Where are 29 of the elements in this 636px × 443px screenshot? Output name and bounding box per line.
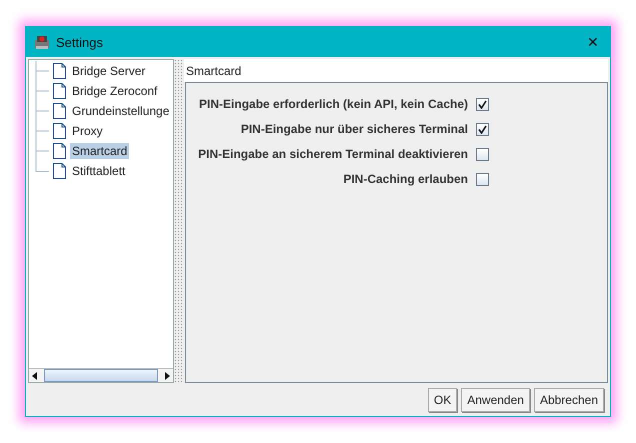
document-icon: [53, 63, 66, 79]
document-icon: [53, 123, 66, 139]
checkbox[interactable]: [476, 148, 489, 160]
dialog-button[interactable]: OK: [428, 388, 458, 412]
option-label: PIN-Eingabe nur über sicheres Terminal: [240, 122, 468, 136]
close-button[interactable]: ✕: [576, 27, 610, 57]
scroll-thumb[interactable]: [44, 369, 158, 382]
option-label: PIN-Eingabe erforderlich (kein API, kein Cache): [199, 97, 468, 111]
tree-item[interactable]: Bridge Server: [70, 63, 148, 79]
document-icon: [53, 83, 66, 99]
app-icon: [34, 34, 50, 50]
dialog-button[interactable]: Anwenden: [461, 388, 530, 412]
tree-item[interactable]: Stifttablett: [70, 163, 128, 179]
option-label: PIN-Eingabe an sicherem Terminal deaktivieren: [198, 147, 468, 161]
tree-item[interactable]: Grundeinstellunge: [70, 103, 172, 119]
tree-item[interactable]: Proxy: [70, 123, 105, 139]
window-title: Settings: [56, 34, 103, 50]
panel-title: Smartcard: [184, 59, 608, 82]
option-label: PIN-Caching erlauben: [343, 172, 468, 186]
document-icon: [53, 163, 66, 179]
tree-item[interactable]: Smartcard: [70, 143, 130, 159]
dialog-button[interactable]: Abbrechen: [534, 388, 604, 412]
tree-item[interactable]: Bridge Zeroconf: [70, 83, 160, 99]
checkbox[interactable]: [476, 98, 489, 110]
document-icon: [53, 103, 66, 119]
document-icon: [53, 143, 66, 159]
checkbox[interactable]: [476, 172, 489, 186]
checkbox[interactable]: [476, 122, 489, 136]
horizontal-scrollbar[interactable]: [29, 368, 173, 382]
